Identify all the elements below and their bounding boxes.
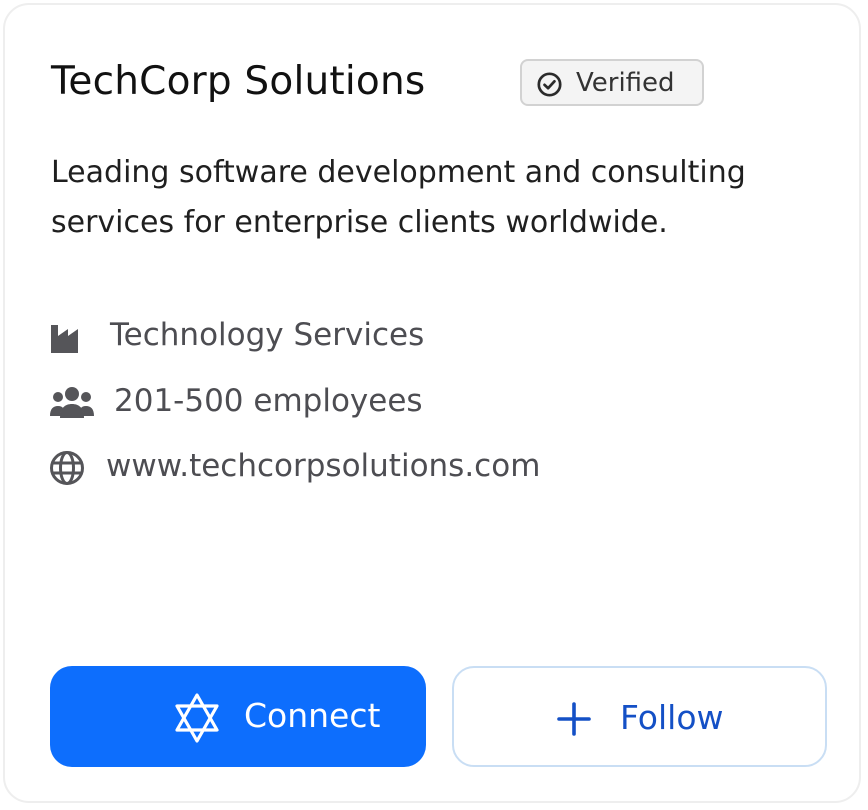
follow-label: Follow [620,698,724,737]
check-circle-icon [537,72,562,97]
plus-icon [557,702,591,736]
connect-label: Connect [244,696,381,735]
verified-badge: Verified [520,59,704,106]
website-row[interactable]: www.techcorpsolutions.com [49,447,609,489]
company-description: Leading software development and consult… [51,155,746,240]
industry-text: Technology Services [110,317,425,353]
verified-label: Verified [576,68,675,98]
size-text: 201-500 employees [114,383,423,419]
company-name: TechCorp Solutions [51,59,426,104]
industry-row: Technology Services [49,316,479,358]
website-link[interactable]: www.techcorpsolutions.com [106,448,540,484]
globe-icon [50,451,84,485]
follow-button[interactable]: Follow [452,666,827,767]
star-of-david-icon [175,693,219,743]
users-icon [50,387,94,418]
factory-icon [51,325,78,353]
size-row: 201-500 employees [49,382,469,424]
connect-button[interactable]: Connect [50,666,426,767]
company-card: TechCorp Solutions Verified Leading soft… [3,3,861,803]
